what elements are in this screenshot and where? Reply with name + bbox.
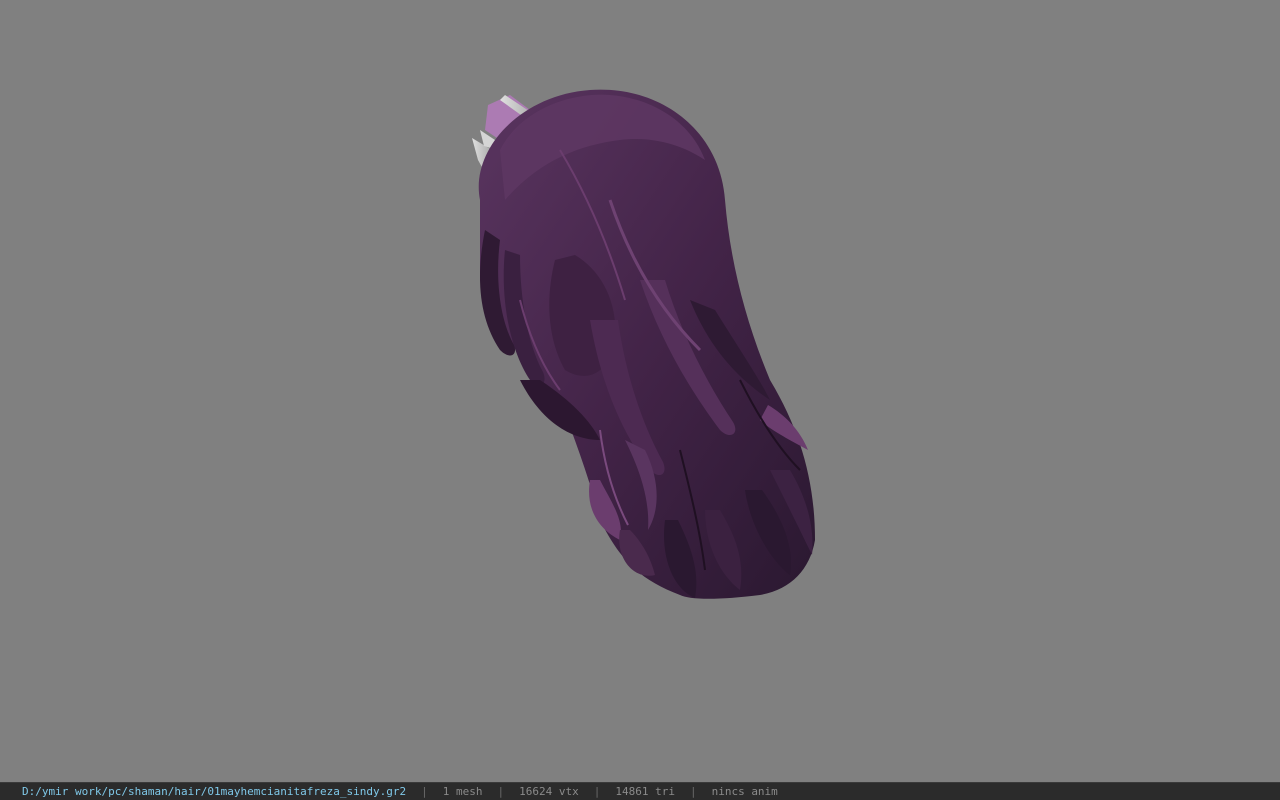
triangle-count: 14861 tri — [615, 785, 675, 798]
vertex-count: 16624 vtx — [519, 785, 579, 798]
hair-model-render[interactable] — [0, 0, 1280, 782]
separator: | — [421, 785, 428, 798]
file-path: D:/ymir work/pc/shaman/hair/01mayhemcian… — [22, 785, 407, 798]
hair-mesh — [478, 89, 815, 599]
separator: | — [593, 785, 601, 798]
animation-status: nincs anim — [711, 785, 778, 798]
separator: | — [497, 785, 505, 798]
mesh-count: 1 mesh — [442, 785, 483, 798]
separator: | — [689, 785, 697, 798]
3d-viewport[interactable] — [0, 0, 1280, 782]
status-bar: D:/ymir work/pc/shaman/hair/01mayhemcian… — [0, 782, 1280, 800]
